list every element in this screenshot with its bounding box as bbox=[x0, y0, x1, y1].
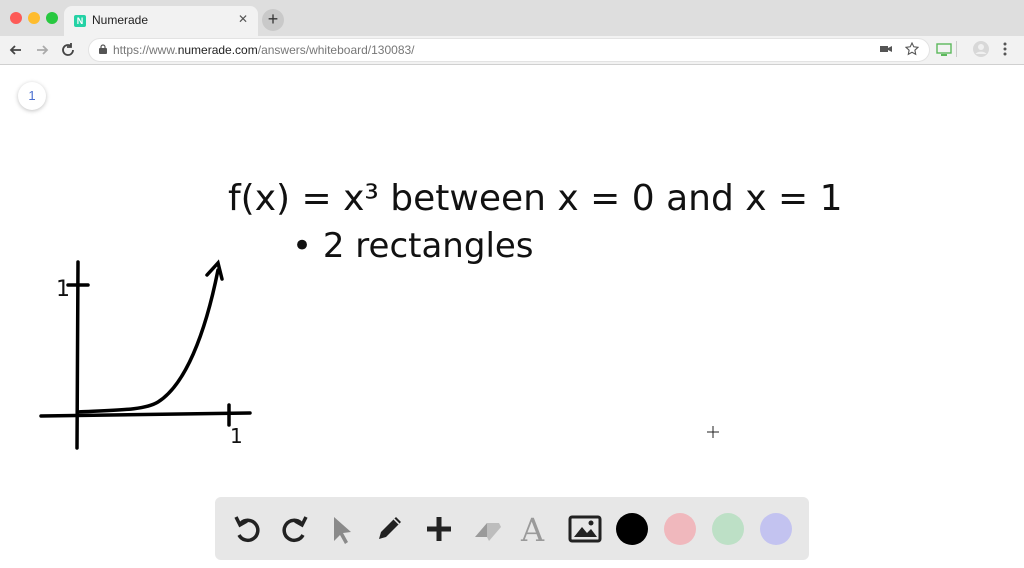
profile-avatar-icon[interactable] bbox=[972, 40, 990, 61]
text-tool-glyph: A bbox=[520, 511, 545, 549]
add-icon[interactable] bbox=[419, 509, 459, 549]
url-text: https://www.numerade.com/answers/whitebo… bbox=[113, 43, 415, 57]
whiteboard-page[interactable] bbox=[0, 65, 1024, 568]
reload-icon[interactable] bbox=[58, 40, 78, 60]
redo-icon[interactable] bbox=[275, 509, 315, 549]
whiteboard-toolbar: A bbox=[215, 497, 809, 560]
minimize-window-button[interactable] bbox=[28, 12, 40, 24]
tab-close-icon[interactable]: ✕ bbox=[238, 12, 248, 26]
lock-icon bbox=[99, 44, 107, 54]
new-tab-button[interactable]: + bbox=[262, 9, 284, 31]
back-arrow-icon[interactable] bbox=[6, 40, 26, 60]
color-black-swatch[interactable] bbox=[616, 513, 648, 545]
select-icon[interactable] bbox=[321, 509, 361, 549]
url-host: numerade.com bbox=[177, 43, 258, 57]
numerade-favicon-icon: N bbox=[74, 15, 86, 27]
browser-tab-strip: N Numerade ✕ + bbox=[0, 0, 1024, 36]
tab-title: Numerade bbox=[92, 13, 149, 27]
cast-extension-icon[interactable] bbox=[936, 43, 952, 60]
text-icon[interactable]: A bbox=[515, 509, 555, 549]
url-path: /answers/whiteboard/130083/ bbox=[257, 43, 415, 57]
bookmark-star-icon[interactable] bbox=[904, 41, 920, 59]
address-bar[interactable]: https://www.numerade.com/answers/whitebo… bbox=[88, 38, 930, 62]
browser-toolbar: https://www.numerade.com/answers/whitebo… bbox=[0, 36, 1024, 65]
crosshair-cursor-icon bbox=[706, 425, 720, 439]
color-purple-swatch[interactable] bbox=[760, 513, 792, 545]
forward-arrow-icon[interactable] bbox=[32, 40, 52, 60]
close-window-button[interactable] bbox=[10, 12, 22, 24]
page-number-badge[interactable]: 1 bbox=[18, 82, 46, 110]
menu-kebab-icon[interactable] bbox=[1002, 41, 1008, 60]
pen-icon[interactable] bbox=[369, 509, 409, 549]
browser-tab[interactable]: N Numerade ✕ bbox=[64, 6, 258, 36]
separator-icon bbox=[956, 41, 958, 60]
camera-icon[interactable] bbox=[879, 42, 893, 59]
color-pink-swatch[interactable] bbox=[664, 513, 696, 545]
undo-icon[interactable] bbox=[227, 509, 267, 549]
zoom-window-button[interactable] bbox=[46, 12, 58, 24]
color-green-swatch[interactable] bbox=[712, 513, 744, 545]
image-icon[interactable] bbox=[565, 509, 605, 549]
eraser-icon[interactable] bbox=[467, 509, 507, 549]
url-prefix: https://www. bbox=[113, 43, 178, 57]
